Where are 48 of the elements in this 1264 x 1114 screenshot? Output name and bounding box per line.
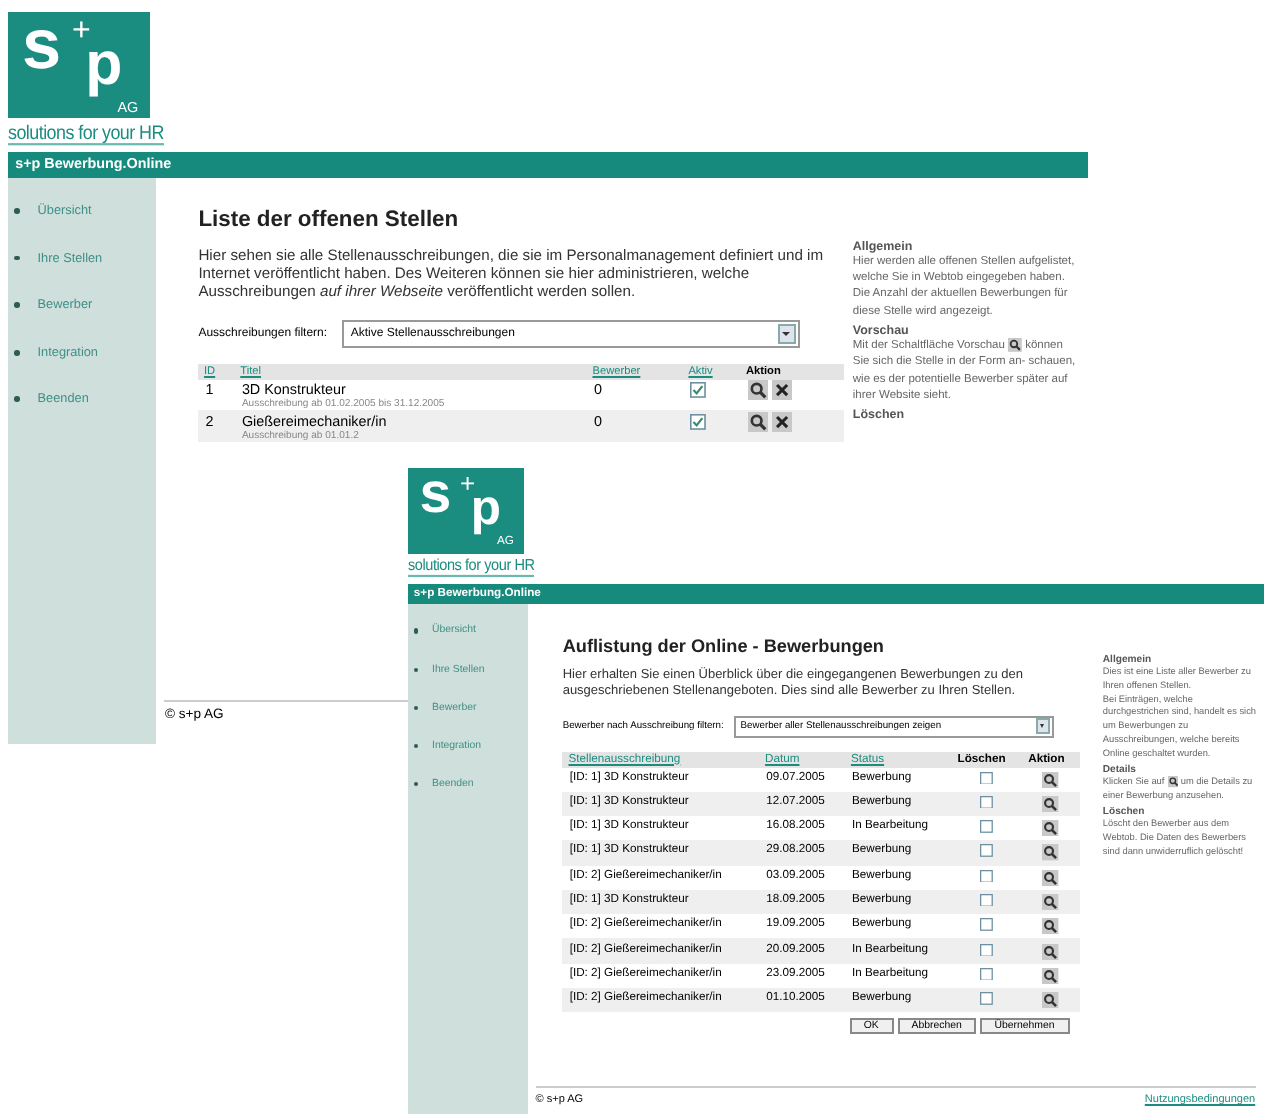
bullet-icon [14,349,20,356]
checkbox[interactable] [980,869,994,883]
checkbox[interactable] [980,893,994,907]
bullet-icon [413,743,418,749]
preview-button[interactable] [747,380,768,401]
logo-letter: s [22,9,62,80]
details-button[interactable] [1042,820,1060,837]
checkbox[interactable] [980,795,994,809]
page-title: Liste der offenen Stellen [198,207,461,232]
bullet-icon [413,628,418,634]
logo-tagline: solutions for your HR [408,552,535,578]
bullet-icon [413,667,418,672]
logo-letter: s [419,465,452,523]
delete-button[interactable] [772,380,793,401]
magnifier-icon [1167,776,1179,788]
checkbox[interactable] [690,382,706,399]
page-title: Auflistung der Online - Bewerbungen [562,635,886,656]
checkbox[interactable] [980,918,994,932]
details-button[interactable] [1042,844,1060,862]
bullet-icon [14,396,20,403]
details-button[interactable] [1042,869,1060,886]
logo-plus: + [460,470,476,497]
bullet-icon [14,302,20,309]
dropdown-arrow-icon [1035,718,1051,735]
details-button[interactable] [1042,795,1060,813]
details-button[interactable] [1042,943,1060,960]
checkbox[interactable] [980,820,994,834]
checkbox[interactable] [980,967,994,981]
checkbox[interactable] [690,413,706,430]
details-button[interactable] [1042,893,1060,911]
bullet-icon [14,208,20,214]
logo-tagline: solutions for your HR [8,117,164,146]
checkbox[interactable] [980,943,994,956]
magnifier-icon [1008,337,1022,352]
delete-button[interactable] [772,411,793,432]
checkbox[interactable] [980,771,994,784]
logo-letter: p [470,490,501,530]
bullet-icon [413,782,418,787]
details-button[interactable] [1042,967,1060,984]
bullet-icon [413,705,418,710]
details-button[interactable] [1042,918,1060,935]
bullet-icon [14,255,20,261]
details-button[interactable] [1042,992,1060,1009]
checkbox[interactable] [980,844,994,858]
logo-plus: + [72,15,91,48]
details-button[interactable] [1042,771,1060,788]
checkbox[interactable] [980,992,994,1005]
preview-button[interactable] [747,411,768,432]
